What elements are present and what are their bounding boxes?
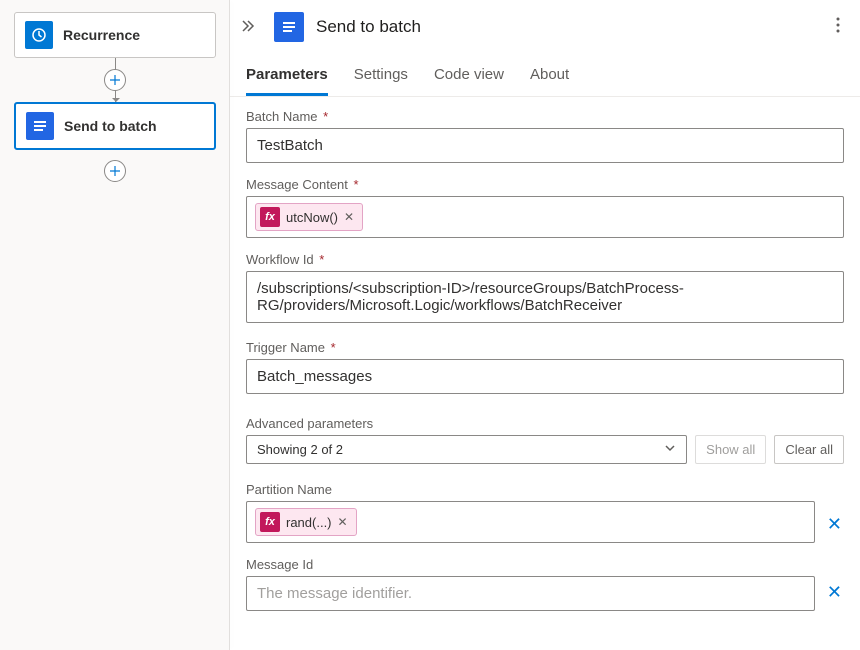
fx-icon: fx	[260, 512, 280, 532]
message-content-label: Message Content *	[246, 177, 844, 192]
expression-token[interactable]: fx utcNow() ✕	[255, 203, 363, 231]
tab-code-view[interactable]: Code view	[434, 54, 504, 96]
workflow-id-input[interactable]: /subscriptions/<subscription-ID>/resourc…	[246, 271, 844, 323]
batch-name-input[interactable]	[246, 128, 844, 163]
trigger-name-label: Trigger Name *	[246, 340, 844, 355]
partition-name-input[interactable]: fx rand(...) ✕	[246, 501, 815, 543]
node-send-to-batch[interactable]: Send to batch	[14, 102, 216, 150]
advanced-params-label: Advanced parameters	[246, 416, 844, 431]
tab-parameters[interactable]: Parameters	[246, 54, 328, 96]
show-all-button[interactable]: Show all	[695, 435, 766, 464]
token-label: rand(...)	[286, 515, 332, 530]
message-content-input[interactable]: fx utcNow() ✕	[246, 196, 844, 238]
advanced-params-select[interactable]: Showing 2 of 2	[246, 435, 687, 464]
panel-header: Send to batch	[230, 0, 860, 54]
chevron-down-icon	[664, 442, 676, 457]
clear-all-button[interactable]: Clear all	[774, 435, 844, 464]
remove-message-id-button[interactable]: ✕	[825, 576, 844, 611]
batch-icon	[274, 12, 304, 42]
select-value: Showing 2 of 2	[257, 442, 343, 457]
trigger-name-input[interactable]	[246, 359, 844, 394]
parameters-form: Batch Name * Message Content * fx utcNow…	[230, 97, 860, 623]
action-config-panel: Send to batch Parameters Settings Code v…	[230, 0, 860, 650]
workflow-id-label: Workflow Id *	[246, 252, 844, 267]
tab-settings[interactable]: Settings	[354, 54, 408, 96]
clock-icon	[25, 21, 53, 49]
node-title: Send to batch	[64, 118, 157, 134]
fx-icon: fx	[260, 207, 280, 227]
tab-about[interactable]: About	[530, 54, 569, 96]
add-step-button[interactable]	[104, 160, 126, 182]
node-recurrence[interactable]: Recurrence	[14, 12, 216, 58]
add-step-button[interactable]	[104, 69, 126, 91]
remove-partition-button[interactable]: ✕	[825, 508, 844, 543]
token-label: utcNow()	[286, 210, 338, 225]
batch-name-label: Batch Name *	[246, 109, 844, 124]
node-title: Recurrence	[63, 27, 140, 43]
panel-title: Send to batch	[316, 17, 820, 37]
remove-token-button[interactable]: ✕	[344, 210, 354, 224]
expression-token[interactable]: fx rand(...) ✕	[255, 508, 357, 536]
collapse-panel-button[interactable]	[238, 14, 262, 41]
batch-icon	[26, 112, 54, 140]
message-id-label: Message Id	[246, 557, 815, 572]
workflow-canvas: Recurrence Send to batch	[0, 0, 230, 650]
more-menu-button[interactable]	[832, 13, 844, 42]
partition-name-label: Partition Name	[246, 482, 815, 497]
connector	[14, 58, 216, 102]
remove-token-button[interactable]: ✕	[338, 515, 348, 529]
tab-bar: Parameters Settings Code view About	[230, 54, 860, 97]
message-id-input[interactable]	[246, 576, 815, 611]
